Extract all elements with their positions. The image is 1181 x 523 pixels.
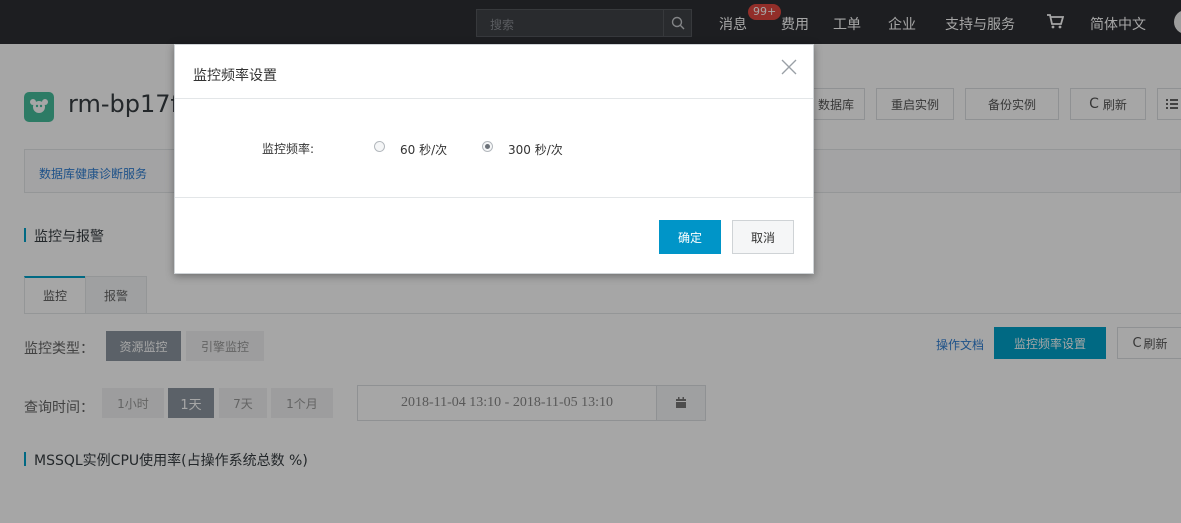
frequency-label: 监控频率: — [262, 142, 315, 156]
radio-300s-label[interactable]: 300 秒/次 — [508, 141, 563, 158]
cancel-button[interactable]: 取消 — [732, 220, 794, 254]
frequency-dialog: 监控频率设置 监控频率: 60 秒/次 300 秒/次 确定 取消 — [174, 44, 814, 274]
radio-60s[interactable] — [374, 141, 385, 152]
radio-300s[interactable] — [482, 141, 493, 152]
dialog-header-divider — [175, 98, 813, 99]
dialog-footer-divider — [175, 197, 813, 198]
radio-60s-label[interactable]: 60 秒/次 — [400, 141, 447, 158]
close-icon[interactable] — [781, 59, 797, 78]
confirm-button[interactable]: 确定 — [659, 220, 721, 254]
dialog-title: 监控频率设置 — [193, 68, 277, 84]
